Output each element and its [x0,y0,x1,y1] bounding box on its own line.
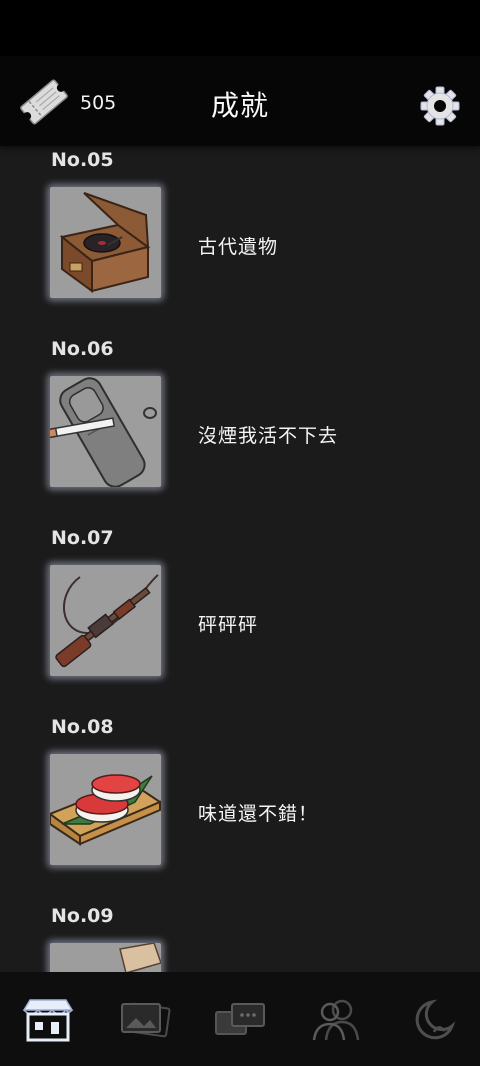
achievement-item[interactable]: No.09 [0,902,480,972]
status-bar [0,0,480,56]
achievement-title: 沒煙我活不下去 [198,425,339,447]
achievement-number: No.07 [51,527,114,549]
bottom-tab-bar [0,972,480,1066]
gallery-icon [121,1002,171,1038]
moon-icon [415,999,456,1040]
achievement-number: No.09 [51,905,114,927]
achievement-title: 古代遺物 [198,236,279,258]
achievement-number: No.06 [51,338,114,360]
gallery-tab[interactable] [96,980,192,1060]
gear-icon [420,86,460,126]
achievement-title: 味道還不錯！ [198,803,319,825]
shop-icon [22,999,74,1042]
sushi-icon [50,754,161,865]
achievement-title: 砰砰砰 [198,614,259,636]
achievement-item[interactable]: No.07 砰砰砰 [0,524,480,713]
characters-tab[interactable] [288,980,384,1060]
settings-button[interactable] [415,81,465,131]
scroll-icon [50,943,161,972]
phonograph-icon [50,187,161,298]
chat-icon [215,1003,265,1035]
people-icon [312,999,360,1041]
chat-tab[interactable] [192,980,288,1060]
achievement-number: No.05 [51,149,114,171]
cigarette-icon [50,376,161,487]
achievement-list[interactable]: No.05 古代遺物 No.06 沒煙我活不下去 No.07 砰砰砰 No.08… [0,146,480,972]
page-title: 成就 [210,89,269,122]
night-tab[interactable] [384,980,480,1060]
rifle-icon [50,565,161,676]
shop-tab[interactable] [0,980,96,1060]
achievement-item[interactable]: No.05 古代遺物 [0,146,480,335]
achievement-number: No.08 [51,716,114,738]
achievement-item[interactable]: No.08 味道還不錯！ [0,713,480,902]
achievement-item[interactable]: No.06 沒煙我活不下去 [0,335,480,524]
header-bar: 505 成就 [0,56,480,146]
